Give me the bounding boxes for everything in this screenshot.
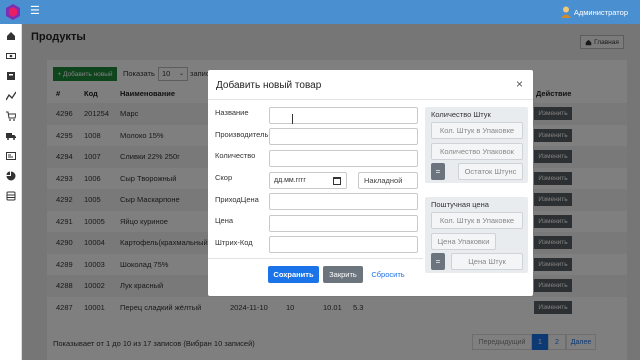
database-icon[interactable] <box>6 191 16 201</box>
reset-button[interactable]: Сбросить <box>368 266 408 283</box>
modal-title: Добавить новый товар <box>216 80 322 91</box>
qty-calc-button[interactable]: = <box>431 163 445 180</box>
modal-footer-divider <box>208 258 423 259</box>
date-placeholder: дд.мм.гггг <box>274 177 306 184</box>
home-icon[interactable] <box>6 31 16 41</box>
sidebar <box>0 24 22 360</box>
top-navbar: ☰ Администратор <box>0 0 640 24</box>
qty-per-pack-input[interactable]: Кол. Штук в Упаковке <box>431 122 523 139</box>
quantity-input[interactable] <box>269 150 418 167</box>
unit-price-output: Цена Штук <box>451 253 523 270</box>
app-logo-icon[interactable] <box>6 4 20 20</box>
price-input[interactable] <box>269 215 418 232</box>
invoice-input[interactable]: Накладной <box>358 172 418 189</box>
calendar-icon[interactable] <box>333 177 341 185</box>
hamburger-icon[interactable]: ☰ <box>30 6 40 17</box>
avatar <box>560 6 571 18</box>
close-button[interactable]: Закрить <box>323 266 363 283</box>
name-label: Название <box>215 108 249 117</box>
barcode-label: Штрих-Код <box>215 238 253 247</box>
card-icon[interactable] <box>6 151 16 161</box>
purchase-price-input[interactable] <box>269 193 418 210</box>
quantity-label: Количество <box>215 151 256 160</box>
chart-icon[interactable] <box>6 91 16 101</box>
pack-price-input[interactable]: Цена Упаковки <box>431 233 496 250</box>
cash-icon[interactable] <box>6 51 16 61</box>
save-button[interactable]: Сохранить <box>268 266 319 283</box>
quantity-calc-panel: Количество Штук Кол. Штук в Упаковке Кол… <box>425 107 528 183</box>
cart-icon[interactable] <box>6 111 16 121</box>
price-label: Цена <box>215 216 234 225</box>
modal-divider <box>208 99 533 100</box>
user-name: Администратор <box>573 7 628 17</box>
text-cursor-icon <box>292 114 296 124</box>
close-icon[interactable]: × <box>516 78 523 90</box>
producer-label: Производитель <box>215 130 269 139</box>
quantity-panel-title: Количество Штук <box>431 110 491 119</box>
purchase-price-label: ПриходЦена <box>215 195 259 204</box>
unit-price-calc-button[interactable]: = <box>431 253 445 270</box>
skor-label: Скор <box>215 173 233 182</box>
unit-price-panel: Поштучная цена Кол. Штук в Упаковке Цена… <box>425 197 528 273</box>
producer-input[interactable] <box>269 128 418 145</box>
pack-count-input[interactable]: Количество Упаковок <box>431 143 523 160</box>
box-icon[interactable] <box>6 71 16 81</box>
add-product-modal: Добавить новый товар × Название Производ… <box>208 70 533 296</box>
barcode-input[interactable] <box>269 236 418 253</box>
piechart-icon[interactable] <box>6 171 16 181</box>
unit-qty-per-pack-input[interactable]: Кол. Штук в Упаковке <box>431 212 523 229</box>
date-input[interactable]: дд.мм.гггг <box>269 172 347 189</box>
user-menu[interactable]: Администратор <box>560 6 628 18</box>
qty-rest-output: Остаток Штунс <box>458 163 523 180</box>
truck-icon[interactable] <box>6 131 16 141</box>
unit-price-panel-title: Поштучная цена <box>431 200 489 209</box>
